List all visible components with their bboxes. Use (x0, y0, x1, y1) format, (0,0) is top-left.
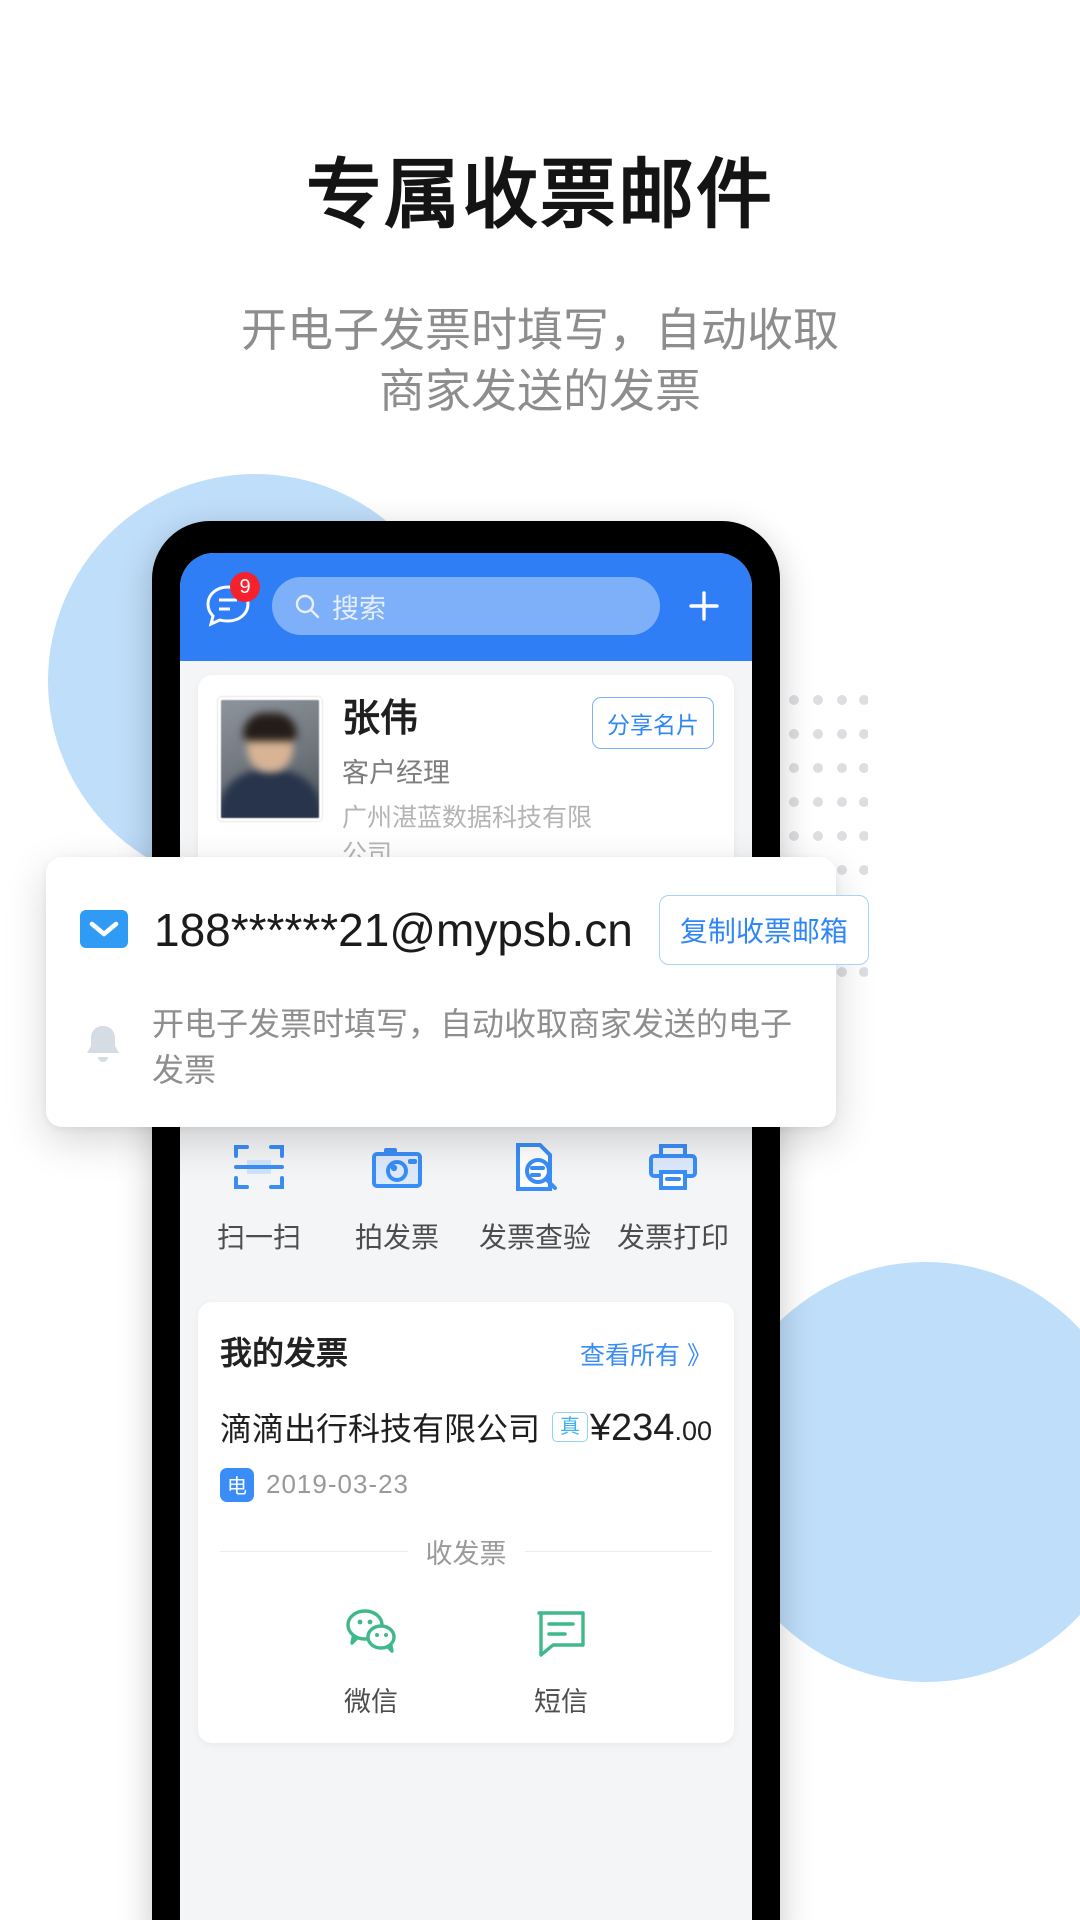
message-icon[interactable]: 9 (202, 572, 260, 632)
send-option-label: 短信 (534, 1686, 588, 1717)
invoice-email-address: 188******21@mypsb.cn (154, 904, 633, 956)
page-title: 专属收票邮件 (306, 153, 774, 238)
plus-icon[interactable] (678, 580, 730, 632)
scan-icon (190, 1136, 328, 1198)
invoice-verify-icon (466, 1136, 604, 1198)
quick-action-verify[interactable]: 发票查验 (466, 1136, 604, 1256)
wechat-icon (346, 1609, 396, 1653)
contact-name: 张伟 (342, 698, 419, 740)
quick-action-scan[interactable]: 扫一扫 (190, 1136, 328, 1256)
bell-icon (87, 1026, 119, 1062)
invoice-meta-row: 电 2019-03-23 (220, 1467, 712, 1502)
quick-action-label: 发票查验 (478, 1221, 591, 1253)
quick-action-print[interactable]: 发票打印 (604, 1136, 742, 1256)
contact-info: 张伟 客户经理 广州湛蓝数据科技有限公司 (342, 697, 592, 870)
mail-icon (80, 910, 128, 948)
invoice-amount: ¥234 (589, 1406, 675, 1449)
send-invoice-divider: 收发票 (220, 1532, 712, 1571)
quick-action-label: 扫一扫 (216, 1221, 301, 1253)
page-subtitle: 开电子发票时填写，自动收取 商家发送的发票 (0, 300, 1080, 421)
send-option-label: 微信 (344, 1686, 398, 1717)
invoices-header: 我的发票 查看所有 》 (220, 1328, 712, 1374)
contact-title: 客户经理 (342, 757, 450, 788)
promo-page: 专属收票邮件 开电子发票时填写，自动收取 商家发送的发票 9 搜索 张伟 客户经… (0, 0, 1080, 1920)
invoice-company-wrap: 滴滴出行科技有限公司 真 (220, 1404, 589, 1450)
page-subtitle-line-1: 开电子发票时填写，自动收取 (241, 304, 839, 356)
invoice-amount-wrap: ¥234.00 (590, 1407, 712, 1450)
send-options: 微信 短信 (220, 1601, 712, 1719)
email-address-row: 188******21@mypsb.cn 复制收票邮箱 (80, 895, 869, 965)
divider-line-right (524, 1550, 712, 1552)
invoices-card: 我的发票 查看所有 》 滴滴出行科技有限公司 真 ¥234.00 电 2019-… (198, 1301, 734, 1743)
contact-info-row: 张伟 客户经理 广州湛蓝数据科技有限公司 分享名片 (342, 697, 714, 870)
invoice-electronic-tag: 电 (220, 1467, 254, 1502)
share-card-button[interactable]: 分享名片 (592, 697, 714, 749)
camera-invoice-icon (328, 1136, 466, 1198)
contact-header: 张伟 客户经理 广州湛蓝数据科技有限公司 分享名片 (218, 697, 714, 870)
invoice-company: 滴滴出行科技有限公司 (220, 1410, 541, 1447)
table-row[interactable]: 滴滴出行科技有限公司 真 ¥234.00 电 2019-03-23 (220, 1404, 712, 1502)
invoices-title: 我的发票 (220, 1334, 349, 1371)
page-subtitle-line-2: 商家发送的发票 (379, 364, 701, 417)
invoices-view-all-link[interactable]: 查看所有 》 (580, 1336, 712, 1372)
unread-badge: 9 (230, 572, 260, 602)
send-option-wechat[interactable]: 微信 (341, 1601, 401, 1719)
printer-icon (604, 1136, 742, 1198)
email-note-row: 开电子发票时填写，自动收取商家发送的电子发票 (80, 999, 802, 1091)
email-overlay-card: 188******21@mypsb.cn 复制收票邮箱 开电子发票时填写，自动收… (46, 857, 869, 1127)
search-input[interactable]: 搜索 (272, 577, 660, 635)
invoice-authentic-tag: 真 (552, 1411, 589, 1442)
quick-action-label: 拍发票 (354, 1221, 439, 1253)
invoice-amount-cents: .00 (674, 1415, 712, 1446)
phone-mockup: 9 搜索 张伟 客户经理 广州湛蓝数据科技有限公司 分享名片 扫一扫 拍发票 发… (152, 521, 780, 1920)
phone-screen: 9 搜索 张伟 客户经理 广州湛蓝数据科技有限公司 分享名片 扫一扫 拍发票 发… (180, 553, 752, 1920)
invoice-date: 2019-03-23 (266, 1469, 409, 1500)
divider-line-left (220, 1550, 408, 1552)
copy-email-button[interactable]: 复制收票邮箱 (658, 895, 869, 965)
search-icon (295, 594, 320, 619)
search-placeholder: 搜索 (332, 593, 386, 624)
avatar (218, 697, 322, 821)
app-header: 9 搜索 (180, 553, 752, 661)
send-option-sms[interactable]: 短信 (531, 1601, 591, 1719)
invoice-row-main: 滴滴出行科技有限公司 真 ¥234.00 (220, 1404, 712, 1450)
quick-action-photo-invoice[interactable]: 拍发票 (328, 1136, 466, 1256)
sms-icon (537, 1611, 585, 1657)
quick-action-label: 发票打印 (616, 1221, 729, 1253)
send-invoice-label: 收发票 (425, 1538, 507, 1569)
email-note-text: 开电子发票时填写，自动收取商家发送的电子发票 (152, 1006, 793, 1088)
